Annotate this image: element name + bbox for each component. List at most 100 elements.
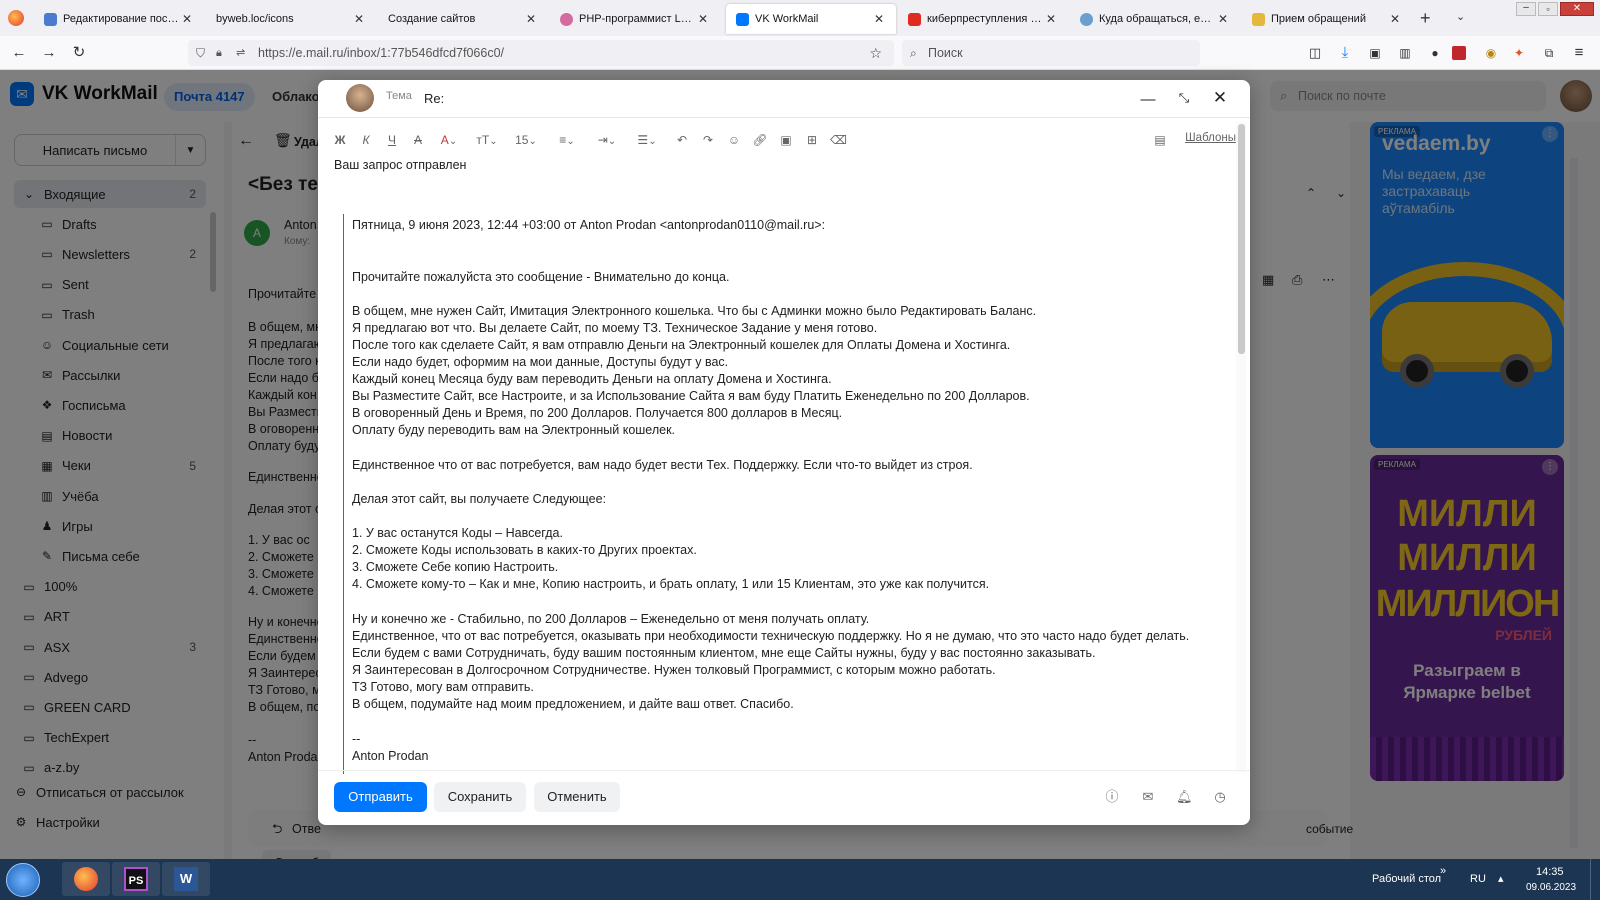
extensions-puzzle-icon[interactable]: ⧉: [1540, 44, 1558, 62]
browser-tab[interactable]: Куда обращаться, если сто✕: [1070, 4, 1240, 34]
quote-line: В общем, подумайте над моим предложением…: [352, 697, 794, 711]
chevron-right-icon[interactable]: »: [1440, 865, 1446, 877]
start-button-icon[interactable]: [6, 863, 40, 897]
tab-favicon-icon: [1080, 12, 1093, 26]
reminder-bell-icon[interactable]: 🔔︎: [1176, 789, 1193, 805]
close-tab-icon[interactable]: ✕: [352, 12, 366, 26]
strikethrough-icon[interactable]: A: [410, 128, 426, 152]
compose-scrollbar[interactable]: [1236, 122, 1246, 772]
italic-icon[interactable]: К: [358, 128, 374, 152]
tab-favicon-icon: [1252, 12, 1265, 26]
align-icon[interactable]: ≡⌄: [554, 128, 580, 152]
compose-dialog: Тема Re: — ⤡ ✕ Ж К Ч A A⌄ тT⌄ 15⌄ ≡⌄ ⇥⌄ …: [318, 80, 1250, 825]
underline-icon[interactable]: Ч: [384, 128, 400, 152]
extension-icon[interactable]: ▣: [1366, 44, 1384, 62]
font-family-icon[interactable]: тT⌄: [474, 128, 500, 152]
indent-icon[interactable]: ⇥⌄: [594, 128, 620, 152]
quote-line: 2. Сможете Коды использовать в каких-то …: [352, 543, 697, 557]
word-taskbar-icon[interactable]: W: [162, 862, 210, 896]
new-tab-icon[interactable]: +: [1420, 8, 1431, 29]
url-bar[interactable]: ⛉ 🔒︎ ⇌ https://e.mail.ru/inbox/1:77b546d…: [188, 40, 894, 66]
clear-format-icon[interactable]: ⌫: [830, 128, 847, 152]
close-tab-icon[interactable]: ✕: [1216, 12, 1230, 26]
bookmark-star-icon[interactable]: ☆: [869, 40, 882, 66]
os-taskbar: PS W Рабочий стол » RU ▴ 14:35 09.06.202…: [0, 859, 1600, 900]
back-icon[interactable]: ←: [10, 44, 28, 62]
firefox-menu-icon[interactable]: [8, 10, 24, 26]
tab-favicon-icon: [44, 12, 57, 26]
url-text: https://e.mail.ru/inbox/1:77b546dfcd7f06…: [258, 46, 504, 60]
close-tab-icon[interactable]: ✕: [872, 12, 886, 26]
close-window-icon[interactable]: ✕: [1560, 2, 1594, 16]
close-tab-icon[interactable]: ✕: [180, 12, 194, 26]
emoji-icon[interactable]: ☺: [726, 128, 742, 152]
show-desktop-button[interactable]: [1590, 859, 1600, 900]
send-button[interactable]: Отправить: [334, 782, 427, 812]
bold-icon[interactable]: Ж: [332, 128, 348, 152]
text-color-icon[interactable]: A⌄: [436, 128, 462, 152]
quote-line: В оговоренный День и Время, по 200 Долла…: [352, 406, 843, 420]
close-tab-icon[interactable]: ✕: [524, 12, 538, 26]
phpstorm-taskbar-icon[interactable]: PS: [112, 862, 160, 896]
minimize-window-icon[interactable]: –: [1516, 2, 1536, 16]
quoted-message: Пятница, 9 июня 2023, 12:44 +03:00 от An…: [343, 214, 1223, 774]
quote-line: Оплату буду переводить вам на Электронны…: [352, 423, 676, 437]
save-draft-button[interactable]: Сохранить: [434, 782, 526, 812]
minimize-dialog-icon[interactable]: —: [1138, 90, 1158, 110]
browser-search-input[interactable]: ⌕ Поиск: [902, 40, 1200, 66]
maximize-window-icon[interactable]: ▫: [1538, 2, 1558, 16]
extension-icon[interactable]: ◉: [1482, 44, 1500, 62]
menu-hamburger-icon[interactable]: ≡: [1570, 44, 1588, 62]
quote-line: Если будем с вами Сотрудничать, буду ваш…: [352, 646, 1096, 660]
browser-tab[interactable]: Создание сайтов ✕: [378, 4, 548, 34]
extension-icon[interactable]: [1452, 46, 1466, 60]
font-size-select[interactable]: 15⌄: [512, 128, 540, 152]
quote-line: Если надо будет, оформим на мои данные, …: [352, 355, 729, 369]
quote-line: --: [352, 732, 361, 746]
tray-expand-icon[interactable]: ▴: [1498, 872, 1504, 885]
list-icon[interactable]: ☰⌄: [634, 128, 660, 152]
search-icon: ⌕: [910, 46, 917, 60]
browser-tab-active[interactable]: VK WorkMail ✕: [726, 4, 896, 34]
forward-icon[interactable]: →: [40, 44, 58, 62]
image-icon[interactable]: ▣: [778, 128, 794, 152]
templates-icon[interactable]: ▤: [1152, 128, 1168, 152]
subject-input[interactable]: Re:: [424, 91, 444, 106]
pocket-icon[interactable]: ◫: [1306, 44, 1324, 62]
table-icon[interactable]: ⊞: [804, 128, 820, 152]
read-receipt-icon[interactable]: ✉: [1140, 789, 1156, 805]
browser-tab[interactable]: Редактирование постов ✕: [34, 4, 204, 34]
close-tab-icon[interactable]: ✕: [696, 12, 710, 26]
language-indicator[interactable]: RU: [1470, 873, 1486, 885]
clock-date[interactable]: 09.06.2023: [1526, 882, 1576, 893]
browser-tab[interactable]: PHP-программист Laravel✕: [550, 4, 720, 34]
importance-icon[interactable]: ⓘ: [1104, 789, 1120, 805]
schedule-clock-icon[interactable]: ◷: [1212, 789, 1228, 805]
link-icon[interactable]: 🔗︎: [752, 128, 768, 152]
downloads-icon[interactable]: ⤓: [1336, 44, 1354, 62]
desktop-toolbar-label[interactable]: Рабочий стол: [1372, 873, 1441, 885]
scrollbar-thumb[interactable]: [1238, 124, 1245, 354]
cancel-button[interactable]: Отменить: [534, 782, 620, 812]
sidebar-toggle-icon[interactable]: ▥: [1396, 44, 1414, 62]
subject-label: Тема: [386, 90, 412, 102]
quote-line: Единственное, что от вас потребуется, ок…: [352, 629, 1190, 643]
collapse-dialog-icon[interactable]: ⤡: [1174, 88, 1194, 108]
close-tab-icon[interactable]: ✕: [1044, 12, 1058, 26]
tab-list-icon[interactable]: ⌄: [1456, 10, 1465, 23]
close-tab-icon[interactable]: ✕: [1388, 12, 1402, 26]
quote-line: Ну и конечно же - Стабильно, по 200 Долл…: [352, 612, 870, 626]
browser-tab[interactable]: киберпреступления пожал✕: [898, 4, 1068, 34]
browser-tab[interactable]: byweb.loc/icons ✕: [206, 4, 376, 34]
firefox-taskbar-icon[interactable]: [62, 862, 110, 896]
close-dialog-icon[interactable]: ✕: [1210, 88, 1230, 108]
extension-icon[interactable]: ✦: [1510, 44, 1528, 62]
reload-icon[interactable]: ↻: [70, 44, 88, 62]
templates-link[interactable]: Шаблоны: [1185, 132, 1236, 144]
undo-icon[interactable]: ↶: [674, 128, 690, 152]
clock-time[interactable]: 14:35: [1536, 866, 1564, 878]
browser-tab[interactable]: Прием обращений ✕: [1242, 4, 1412, 34]
extension-icon[interactable]: ●: [1426, 44, 1444, 62]
redo-icon[interactable]: ↷: [700, 128, 716, 152]
compose-body-text[interactable]: Ваш запрос отправлен: [334, 158, 466, 172]
